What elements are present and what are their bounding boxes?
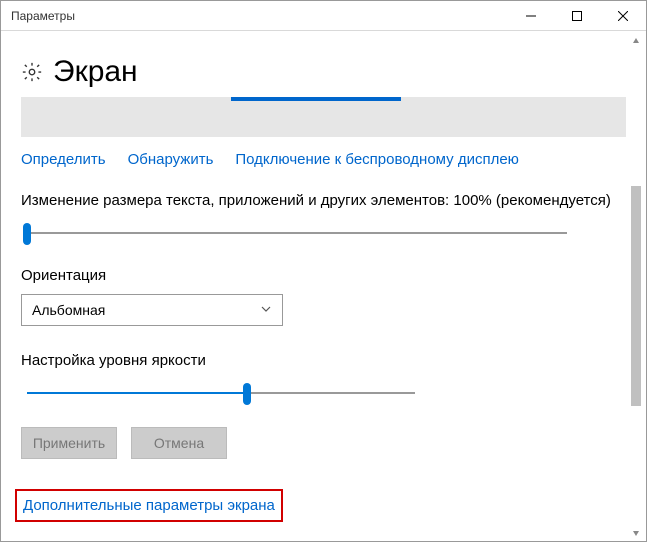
selected-display-indicator <box>231 97 401 101</box>
advanced-display-link[interactable]: Дополнительные параметры экрана <box>23 497 275 514</box>
gear-icon <box>21 61 43 83</box>
advanced-link-highlight: Дополнительные параметры экрана <box>15 489 283 522</box>
cancel-button[interactable]: Отмена <box>131 427 227 459</box>
connect-wireless-link[interactable]: Подключение к беспроводному дисплею <box>235 151 519 168</box>
chevron-down-icon <box>260 302 272 318</box>
detect-link[interactable]: Обнаружить <box>128 151 214 168</box>
display-actions: Определить Обнаружить Подключение к бесп… <box>21 151 626 168</box>
display-preview[interactable] <box>21 97 626 137</box>
page-header: Экран <box>21 55 626 89</box>
scale-slider-thumb[interactable] <box>23 223 31 245</box>
brightness-slider-thumb[interactable] <box>243 383 251 405</box>
maximize-button[interactable] <box>554 1 600 31</box>
orientation-value: Альбомная <box>32 302 105 318</box>
identify-link[interactable]: Определить <box>21 151 106 168</box>
apply-button[interactable]: Применить <box>21 427 117 459</box>
titlebar: Параметры <box>1 1 646 31</box>
scroll-up-arrow[interactable] <box>628 33 644 49</box>
scroll-thumb[interactable] <box>631 186 641 406</box>
brightness-label: Настройка уровня яркости <box>21 352 626 369</box>
minimize-button[interactable] <box>508 1 554 31</box>
close-button[interactable] <box>600 1 646 31</box>
scroll-down-arrow[interactable] <box>628 525 644 541</box>
page-title: Экран <box>53 55 138 89</box>
scale-label: Изменение размера текста, приложений и д… <box>21 192 626 209</box>
orientation-select[interactable]: Альбомная <box>21 294 283 326</box>
window-title: Параметры <box>11 9 75 23</box>
scale-slider[interactable] <box>21 219 573 247</box>
orientation-label: Ориентация <box>21 267 626 284</box>
brightness-slider[interactable] <box>21 379 421 407</box>
scrollbar[interactable] <box>628 31 644 543</box>
